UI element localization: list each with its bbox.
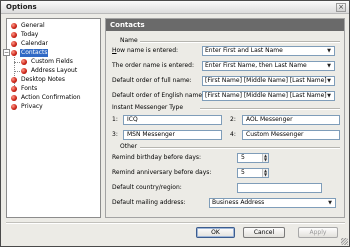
full-name-order-dropdown[interactable]: [First Name] [Middle Name] [Last Name] ▼	[202, 76, 335, 86]
default-mailing-label: Default mailing address:	[112, 199, 186, 206]
cancel-button[interactable]: Cancel	[243, 227, 285, 238]
anniversary-reminder-label: Remind anniversary before days:	[112, 169, 212, 176]
red-bullet-icon	[11, 95, 17, 101]
name-order-label: The order name is entered:	[112, 62, 194, 69]
full-name-order-label: Default order of full name:	[112, 77, 192, 84]
red-bullet-icon	[21, 68, 27, 74]
group-divider	[140, 147, 340, 149]
dropdown-arrow-icon: ▼	[328, 200, 332, 206]
name-order-dropdown[interactable]: Enter First Name, then Last Name ▼	[202, 61, 335, 71]
red-bullet-icon	[21, 59, 27, 65]
default-country-field[interactable]	[237, 183, 322, 193]
default-mailing-dropdown[interactable]: Business Address ▼	[209, 198, 336, 208]
dropdown-arrow-icon: ▼	[327, 48, 331, 54]
ok-button[interactable]: OK	[196, 227, 235, 238]
im-slot-1-field[interactable]: ICQ	[123, 115, 222, 125]
im-slot-1-label: 1:	[112, 116, 118, 123]
other-group-title: Other	[120, 143, 138, 150]
tree-connector	[14, 62, 20, 63]
title-bar[interactable]: Options ×	[1, 1, 349, 14]
red-bullet-icon	[11, 77, 17, 83]
im-group-title: Instant Messenger Type	[112, 104, 184, 111]
im-slot-4-field[interactable]: Custom Messenger	[242, 130, 340, 140]
dropdown-arrow-icon: ▼	[327, 93, 331, 99]
spin-down-icon[interactable]: ▼	[263, 173, 268, 177]
red-bullet-icon	[11, 104, 17, 110]
english-name-order-label: Default order of English name:	[112, 92, 205, 99]
how-name-entered-label: How name is entered:	[112, 47, 179, 54]
im-slot-4-label: 4:	[230, 131, 236, 138]
spin-down-icon[interactable]: ▼	[263, 158, 268, 162]
close-button[interactable]: ×	[336, 3, 346, 12]
default-country-label: Default country/region:	[112, 184, 182, 191]
window-title: Options	[6, 3, 37, 11]
red-bullet-icon	[11, 50, 17, 56]
tree-connector	[14, 71, 20, 72]
collapse-toggle-icon[interactable]: −	[3, 49, 10, 56]
red-bullet-icon	[11, 86, 17, 92]
options-dialog: Options × General Today Calendar − Conta…	[0, 0, 350, 247]
how-name-entered-dropdown[interactable]: Enter First and Last Name ▼	[202, 46, 335, 56]
group-divider	[140, 41, 340, 43]
birthday-reminder-label: Remind birthday before days:	[112, 154, 202, 161]
apply-button[interactable]: Apply	[298, 227, 338, 238]
english-name-order-dropdown[interactable]: [First Name] [Middle Name] [Last Name] ▼	[202, 91, 335, 101]
im-slot-3-field[interactable]: MSN Messenger	[123, 130, 222, 140]
footer-divider	[6, 222, 345, 224]
contacts-settings-panel: Contacts Name How name is entered: Enter…	[105, 18, 345, 218]
category-tree[interactable]: General Today Calendar − Contacts Custom…	[3, 18, 101, 218]
im-slot-2-field[interactable]: AOL Messenger	[242, 115, 340, 125]
im-slot-3-label: 3:	[112, 131, 118, 138]
birthday-days-stepper[interactable]: 5 ▲ ▼	[237, 153, 269, 163]
group-divider	[200, 108, 340, 110]
anniversary-days-stepper[interactable]: 5 ▲ ▼	[237, 168, 269, 178]
red-bullet-icon	[11, 23, 17, 29]
im-slot-2-label: 2:	[230, 116, 236, 123]
dropdown-arrow-icon: ▼	[327, 63, 331, 69]
red-bullet-icon	[11, 41, 17, 47]
red-bullet-icon	[11, 32, 17, 38]
name-group-title: Name	[120, 37, 138, 44]
resize-grip-icon[interactable]	[341, 238, 348, 245]
panel-title: Contacts	[106, 19, 344, 31]
dropdown-arrow-icon: ▼	[327, 78, 331, 84]
